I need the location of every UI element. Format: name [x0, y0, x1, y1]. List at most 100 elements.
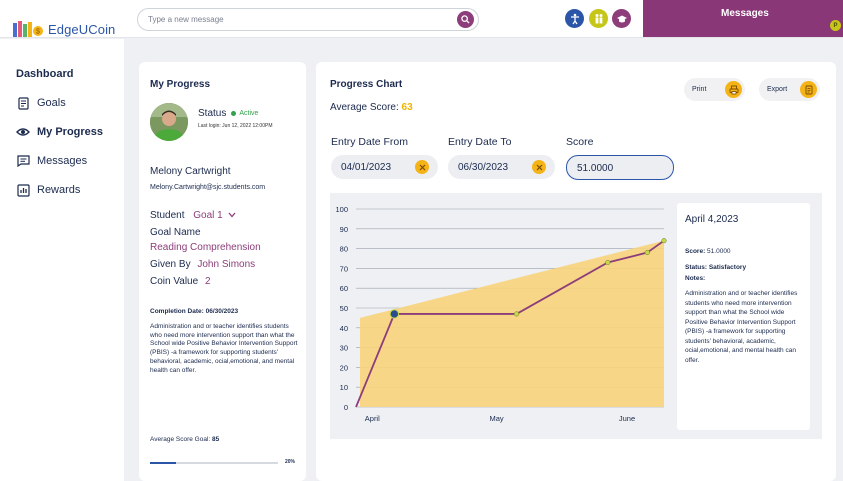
coin-value-row: Coin Value 2 — [150, 276, 211, 287]
score-field-value: 51.0000 — [577, 163, 614, 174]
given-by-value: John Simons — [197, 259, 256, 270]
accessibility-icon — [570, 13, 579, 24]
export-button[interactable]: Export — [759, 78, 820, 101]
status-label: Status — [198, 108, 227, 119]
trend-area — [360, 240, 664, 407]
export-document-icon — [800, 81, 817, 98]
entry-date-from-field[interactable]: 04/01/2023 — [331, 155, 438, 179]
sidebar-item-label: Goals — [37, 97, 66, 109]
top-bar: $ EdgeUCoin Type a new message Messages … — [0, 0, 843, 38]
tooltip-status-value: Satisfactory — [708, 264, 747, 271]
y-tick-label: 70 — [340, 264, 348, 273]
y-tick-label: 100 — [335, 205, 348, 214]
y-tick-label: 40 — [340, 324, 348, 333]
sidebar-item-rewards[interactable]: Rewards — [16, 183, 80, 197]
average-score-label: Average Score: — [330, 102, 399, 113]
sidebar-item-my-progress[interactable]: My Progress — [16, 125, 103, 139]
graduation-cap-icon — [616, 15, 627, 22]
tooltip-score-label: Score: — [685, 248, 706, 255]
search-button[interactable] — [457, 11, 474, 28]
progress-chart-title: Progress Chart — [330, 79, 403, 90]
tooltip-status: Status: Satisfactory — [685, 264, 746, 271]
sidebar-item-label: My Progress — [37, 126, 104, 138]
print-button[interactable]: Print — [684, 78, 745, 101]
sidebar-item-label: Dashboard — [16, 68, 74, 80]
clear-date-to-button[interactable] — [532, 160, 546, 174]
y-tick-label: 80 — [340, 245, 348, 254]
data-point — [644, 250, 650, 256]
sidebar: Dashboard Goals My Progress Messages Rew… — [0, 39, 124, 481]
family-button[interactable] — [589, 9, 608, 28]
coin-value-label: Coin Value — [150, 276, 199, 287]
given-by-row: Given By John Simons — [150, 259, 255, 270]
student-label: Student — [150, 210, 185, 221]
y-tick-label: 20 — [340, 363, 348, 372]
highlighted-data-point — [389, 309, 400, 319]
average-score-goal: Average Score Goal: 85 — [150, 436, 219, 443]
print-label: Print — [692, 86, 707, 93]
y-tick-label: 10 — [340, 383, 348, 392]
goal-select[interactable]: Goal 1 — [193, 210, 236, 221]
search-placeholder: Type a new message — [148, 15, 224, 24]
clear-date-from-button[interactable] — [415, 160, 429, 174]
goal-progress-bar — [150, 462, 278, 464]
y-tick-label: 60 — [340, 284, 348, 293]
message-search-box[interactable]: Type a new message — [137, 8, 479, 31]
my-progress-title: My Progress — [150, 79, 211, 90]
sidebar-item-dashboard[interactable]: Dashboard — [16, 68, 73, 80]
goal-select-value: Goal 1 — [193, 210, 223, 221]
average-score: Average Score: 63 — [330, 102, 413, 113]
y-tick-label: 90 — [340, 225, 348, 234]
status-badge: Active — [239, 109, 259, 117]
goals-icon — [16, 96, 30, 110]
x-tick-label: June — [619, 414, 635, 423]
entry-date-to-field[interactable]: 06/30/2023 — [448, 155, 555, 179]
average-score-value: 63 — [401, 102, 413, 113]
last-login: Last login: Jun 12, 2022 12:00PM — [198, 123, 273, 129]
data-point — [605, 259, 611, 266]
data-point — [661, 238, 667, 244]
average-goal-value: 85 — [212, 436, 220, 443]
x-tick-label: May — [490, 414, 504, 423]
close-icon — [536, 164, 542, 170]
entry-date-from-value: 04/01/2023 — [341, 162, 392, 173]
coin-books-icon: $ — [13, 21, 43, 37]
tooltip-notes-label: Notes: — [685, 275, 705, 282]
message-icon — [16, 154, 30, 168]
coin-value: 2 — [204, 276, 211, 287]
score-label: Score — [566, 136, 594, 148]
goal-progress-percent: 20% — [285, 459, 296, 465]
sidebar-item-messages[interactable]: Messages — [16, 154, 87, 168]
average-goal-label: Average Score Goal: — [150, 436, 211, 443]
score-field[interactable]: 51.0000 — [566, 155, 674, 180]
sidebar-item-label: Rewards — [37, 184, 81, 196]
svg-text:$: $ — [36, 29, 40, 36]
y-tick-label: 30 — [340, 344, 348, 353]
tooltip-notes-heading: Notes: — [685, 275, 706, 282]
progress-chart-panel: 0 10 20 30 40 50 60 70 80 90 100 April May June April… — [330, 193, 822, 439]
chevron-down-icon — [228, 212, 236, 218]
progress-chart-card: Progress Chart Average Score: 63 Print E… — [316, 62, 836, 481]
goal-name-label: Goal Name — [150, 227, 201, 238]
tooltip-notes: Administration and or teacher identifies… — [685, 290, 798, 364]
messages-tab[interactable]: Messages P — [643, 0, 843, 37]
data-point — [514, 311, 520, 317]
status-row: Status Active — [198, 108, 258, 119]
tooltip-date: April 4,2023 — [685, 214, 739, 225]
sidebar-item-goals[interactable]: Goals — [16, 96, 66, 110]
family-icon — [595, 13, 602, 23]
avatar — [150, 103, 188, 141]
messages-badge: P — [830, 20, 841, 31]
my-progress-card: My Progress Status Active Last login: Jun… — [139, 62, 306, 481]
search-icon — [461, 15, 470, 24]
chart-tooltip: April 4,2023 Score: 51.0000 Status: Sati… — [677, 203, 810, 430]
app-logo[interactable]: $ EdgeUCoin — [12, 20, 115, 38]
entry-date-to-label: Entry Date To — [448, 136, 512, 148]
app-name: EdgeUCoin — [48, 21, 116, 37]
entry-date-to-value: 06/30/2023 — [458, 162, 509, 173]
y-tick-label: 50 — [340, 304, 348, 313]
goal-progress-fill — [150, 462, 176, 464]
education-button[interactable] — [612, 9, 631, 28]
rewards-chart-icon — [16, 183, 30, 197]
accessibility-button[interactable] — [565, 9, 584, 28]
